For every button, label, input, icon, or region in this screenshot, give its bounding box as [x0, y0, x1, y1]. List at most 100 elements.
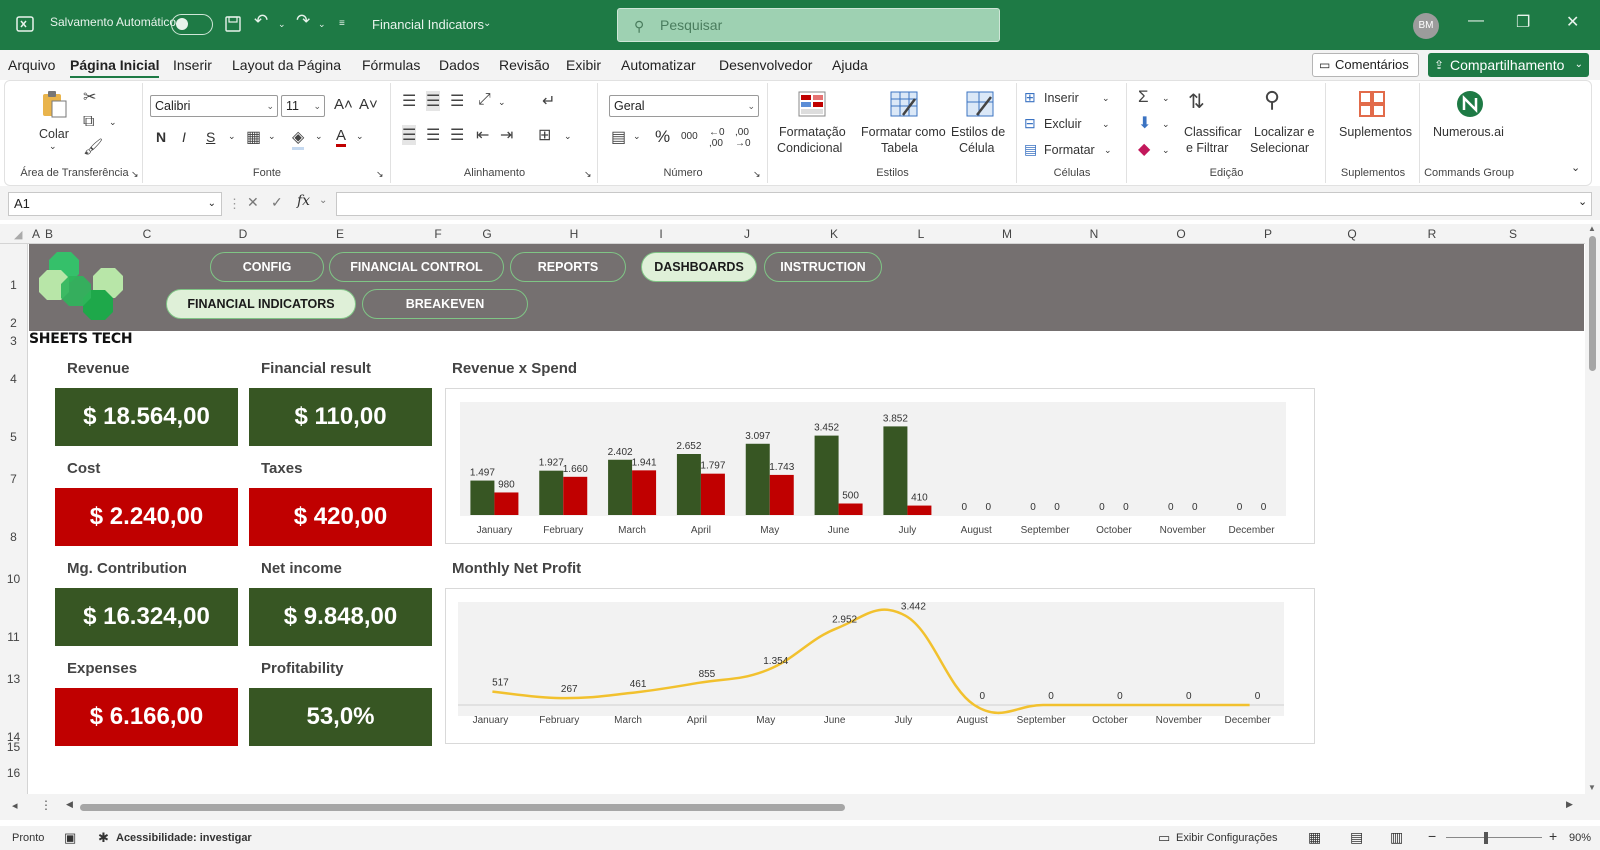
row-header-15[interactable]: 15 [0, 740, 27, 754]
fx-chevron-icon[interactable]: ⌄ [319, 195, 327, 206]
menu-desenvolvedor[interactable]: Desenvolvedor [719, 57, 812, 73]
font-color-dropdown-icon[interactable]: ⌄ [356, 131, 364, 142]
customize-toolbar-icon[interactable]: ≡ [339, 18, 345, 29]
menu-inserir[interactable]: Inserir [173, 57, 212, 73]
conditional-format-label-1[interactable]: Formatação [779, 125, 846, 139]
fill-icon[interactable]: ⬇ [1138, 113, 1151, 133]
currency-dropdown-icon[interactable]: ⌄ [633, 131, 641, 142]
fill-color-icon[interactable]: ◈ [292, 127, 305, 150]
menu-formulas[interactable]: Fórmulas [362, 57, 420, 73]
align-right-icon[interactable]: ☰ [450, 125, 464, 145]
insert-cells-label[interactable]: Inserir [1044, 91, 1079, 105]
decrease-decimal-icon[interactable]: ,00 →0 [735, 127, 751, 149]
format-as-table-icon[interactable] [889, 89, 919, 119]
row-header-3[interactable]: 3 [0, 334, 27, 348]
title-chevron-icon[interactable]: ⌄ [483, 18, 491, 29]
find-select-icon[interactable]: ⚲ [1264, 87, 1280, 113]
zoom-slider-handle[interactable] [1484, 832, 1488, 844]
row-header-8[interactable]: 8 [0, 530, 27, 544]
menu-exibir[interactable]: Exibir [566, 57, 601, 73]
row-header-1[interactable]: 1 [0, 278, 27, 292]
addins-label[interactable]: Suplementos [1339, 125, 1412, 139]
menu-arquivo[interactable]: Arquivo [8, 57, 55, 73]
undo-icon[interactable]: ↶ [254, 11, 268, 31]
increase-decimal-icon[interactable]: ←0,00 [709, 127, 725, 149]
search-box[interactable]: ⚲ Pesquisar [617, 8, 1000, 42]
column-header-p[interactable]: P [1264, 227, 1272, 241]
cancel-formula-icon[interactable]: ✕ [247, 194, 259, 211]
find-select-label-1[interactable]: Localizar e [1254, 125, 1314, 139]
scroll-up-icon[interactable]: ▲ [1588, 224, 1596, 233]
restore-icon[interactable]: ❐ [1516, 12, 1530, 32]
vertical-scroll-thumb[interactable] [1589, 236, 1596, 371]
align-left-icon[interactable]: ☰ [402, 125, 417, 145]
nav-dashboards-button[interactable]: DASHBOARDS [641, 252, 757, 282]
hscroll-left-icon[interactable]: ◀ [66, 799, 73, 810]
formula-input[interactable] [336, 192, 1592, 216]
copy-dropdown-icon[interactable]: ⌄ [109, 117, 117, 128]
ribbon-collapse-icon[interactable]: ⌄ [1571, 161, 1580, 174]
cell-styles-label-2[interactable]: Célula [959, 141, 994, 155]
merge-center-icon[interactable]: ⊞ [538, 125, 551, 145]
sort-filter-label-1[interactable]: Classificar [1184, 125, 1242, 139]
row-header-10[interactable]: 10 [0, 572, 27, 586]
column-header-k[interactable]: K [830, 227, 838, 241]
nav-breakeven-button[interactable]: BREAKEVEN [362, 289, 528, 319]
row-header-16[interactable]: 16 [0, 766, 27, 780]
confirm-formula-icon[interactable]: ✓ [271, 194, 283, 211]
format-dropdown-icon[interactable]: ⌄ [1104, 145, 1112, 156]
column-header-l[interactable]: L [918, 227, 925, 241]
share-button[interactable]: ⇪ Compartilhamento ⌄ [1428, 53, 1589, 77]
clear-icon[interactable]: ◆ [1138, 139, 1150, 159]
paste-dropdown-icon[interactable]: ⌄ [49, 141, 57, 152]
italic-icon[interactable]: I [182, 129, 186, 145]
column-header-b[interactable]: B [45, 227, 53, 241]
display-settings-icon[interactable]: ▭ [1158, 830, 1170, 846]
currency-format-icon[interactable]: ▤ [611, 127, 626, 147]
number-format-combo[interactable]: Geral ⌄ [609, 95, 759, 117]
align-top-icon[interactable]: ☰ [402, 91, 416, 111]
align-bottom-icon[interactable]: ☰ [450, 91, 464, 111]
zoom-slider-track[interactable] [1446, 837, 1542, 838]
increase-indent-icon[interactable]: ⇥ [500, 125, 513, 145]
column-header-n[interactable]: N [1090, 227, 1099, 241]
column-header-f[interactable]: F [434, 227, 441, 241]
format-cells-icon[interactable]: ▤ [1024, 141, 1037, 158]
chart-net-profit[interactable]: 517 January 267 February 461 March 855 April 1.3… [445, 588, 1315, 744]
menu-pagina-inicial[interactable]: Página Inicial [70, 57, 160, 78]
decrease-indent-icon[interactable]: ⇤ [476, 125, 489, 145]
find-select-label-2[interactable]: Selecionar [1250, 141, 1309, 155]
redo-dropdown-icon[interactable]: ⌄ [318, 19, 326, 30]
zoom-out-icon[interactable]: − [1428, 828, 1436, 844]
menu-layout[interactable]: Layout da Página [232, 57, 341, 73]
align-middle-icon[interactable]: ☰ [426, 91, 441, 111]
row-header-5[interactable]: 5 [0, 430, 27, 444]
align-center-icon[interactable]: ☰ [426, 125, 440, 145]
merge-dropdown-icon[interactable]: ⌄ [564, 131, 572, 142]
numerous-ai-label[interactable]: Numerous.ai [1433, 125, 1504, 139]
borders-icon[interactable]: ▦ [246, 127, 261, 147]
nav-financial-indicators-button[interactable]: FINANCIAL INDICATORS [166, 289, 356, 319]
autosum-dropdown-icon[interactable]: ⌄ [1162, 93, 1170, 104]
nav-instruction-button[interactable]: INSTRUCTION [764, 252, 882, 282]
column-header-o[interactable]: O [1176, 227, 1185, 241]
clipboard-launcher-icon[interactable]: ↘ [131, 169, 139, 180]
orientation-icon[interactable]: ⤢ [478, 91, 491, 109]
bold-icon[interactable]: N [156, 129, 166, 145]
font-size-combo[interactable]: 11 ⌄ [281, 95, 325, 117]
column-header-s[interactable]: S [1509, 227, 1517, 241]
clear-dropdown-icon[interactable]: ⌄ [1162, 145, 1170, 156]
horizontal-scroll-thumb[interactable] [80, 804, 845, 811]
sheet-nav-left-icon[interactable]: ◂ [12, 799, 18, 812]
nav-reports-button[interactable]: REPORTS [510, 252, 626, 282]
page-break-view-icon[interactable]: ▥ [1390, 829, 1403, 846]
document-title[interactable]: Financial Indicators [372, 17, 484, 32]
format-cells-label[interactable]: Formatar [1044, 143, 1095, 157]
format-painter-icon[interactable]: 🖌 [83, 137, 103, 157]
scroll-down-icon[interactable]: ▼ [1588, 783, 1596, 792]
number-launcher-icon[interactable]: ↘ [753, 169, 761, 180]
insert-dropdown-icon[interactable]: ⌄ [1102, 93, 1110, 104]
save-icon[interactable] [224, 15, 242, 33]
share-chevron-icon[interactable]: ⌄ [1575, 53, 1583, 77]
comments-button[interactable]: ▭ Comentários [1312, 53, 1419, 77]
